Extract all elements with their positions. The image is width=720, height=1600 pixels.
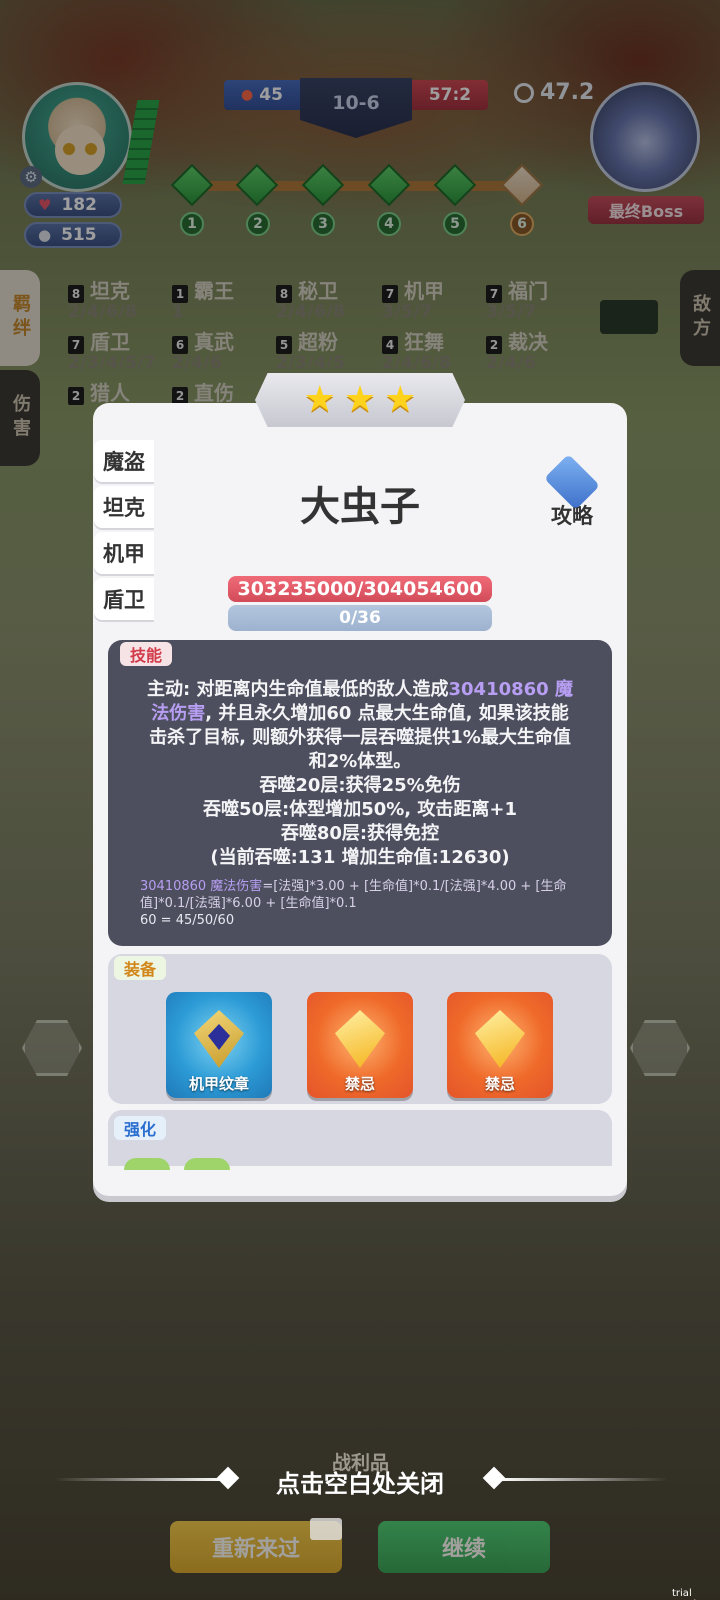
guide-button[interactable]: 攻略: [536, 453, 608, 528]
skill-formula: 30410860 魔法伤害=[法强]*3.00 + [生命值]*0.1/[法强]…: [140, 878, 592, 929]
close-hint[interactable]: 点击空白处关闭: [240, 1464, 480, 1499]
trial-watermark: trial version: [672, 1588, 709, 1600]
formula-damage: 30410860 魔法伤害: [140, 879, 263, 894]
skill-line: 吞噬20层:获得25%免伤: [259, 775, 461, 796]
skill-line: (当前吞噬:131 增加生命值:12630): [210, 847, 510, 868]
class-tag[interactable]: 机甲: [94, 532, 154, 574]
continue-button[interactable]: 继续: [378, 1521, 550, 1573]
equipment-name: 机甲纹章: [188, 1075, 249, 1093]
equipment-slot[interactable]: 禁忌: [447, 992, 553, 1098]
formula-health: 60 = 45/50/60: [140, 913, 235, 928]
enhance-panel: [108, 1110, 612, 1166]
skill-line: 和2%体型。: [308, 751, 412, 772]
enhance-item[interactable]: [184, 1158, 230, 1170]
skill-description: 主动: 对距离内生命值最低的敌人造成30410860 魔 法伤害, 并且永久增加…: [124, 678, 596, 870]
skill-damage-type: 法伤害: [151, 703, 206, 724]
unit-hp-value: 303235000/304054600: [237, 578, 483, 600]
divider-line: [498, 1478, 668, 1481]
unit-mana-bar: 0/36: [228, 605, 492, 631]
class-tag[interactable]: 盾卫: [94, 578, 154, 620]
star-icon: ★: [303, 379, 336, 420]
video-ad-icon: [310, 1518, 342, 1540]
unit-name: 大虫子: [300, 484, 420, 530]
equipment-slot[interactable]: 机甲纹章: [166, 992, 272, 1098]
enhance-tag: 强化: [114, 1116, 167, 1140]
forbidden-gem-icon: [335, 1010, 385, 1068]
skill-line: 击杀了目标, 则额外获得一层吞噬提供1%最大生命值: [149, 727, 571, 748]
forbidden-gem-icon: [475, 1010, 525, 1068]
equipment-name: 禁忌: [344, 1075, 375, 1093]
skill-line: , 并且永久增加60 点最大生命值, 如果该技能: [205, 703, 569, 724]
skill-line: 吞噬50层:体型增加50%, 攻击距离+1: [202, 799, 518, 820]
skill-damage-value: 30410860 魔: [448, 679, 573, 700]
unit-mana-value: 0/36: [339, 608, 381, 628]
star-rating: ★ ★ ★: [255, 373, 465, 427]
unit-hp-bar: 303235000/304054600: [228, 576, 492, 602]
equipment-slot[interactable]: 禁忌: [307, 992, 413, 1098]
class-tag[interactable]: 魔盗: [94, 440, 154, 482]
star-icon: ★: [384, 379, 417, 420]
equipment-tag: 装备: [114, 956, 167, 980]
mech-emblem-icon: [194, 1010, 244, 1068]
enhance-item[interactable]: [124, 1158, 170, 1170]
skill-line: 吞噬80层:获得免控: [280, 823, 440, 844]
divider-line: [54, 1478, 224, 1481]
equipment-name: 禁忌: [484, 1075, 515, 1093]
class-tag[interactable]: 坦克: [94, 486, 154, 528]
skill-tag: 技能: [120, 642, 173, 666]
skill-line: 主动: 对距离内生命值最低的敌人造成: [147, 679, 449, 700]
star-icon: ★: [343, 379, 377, 420]
